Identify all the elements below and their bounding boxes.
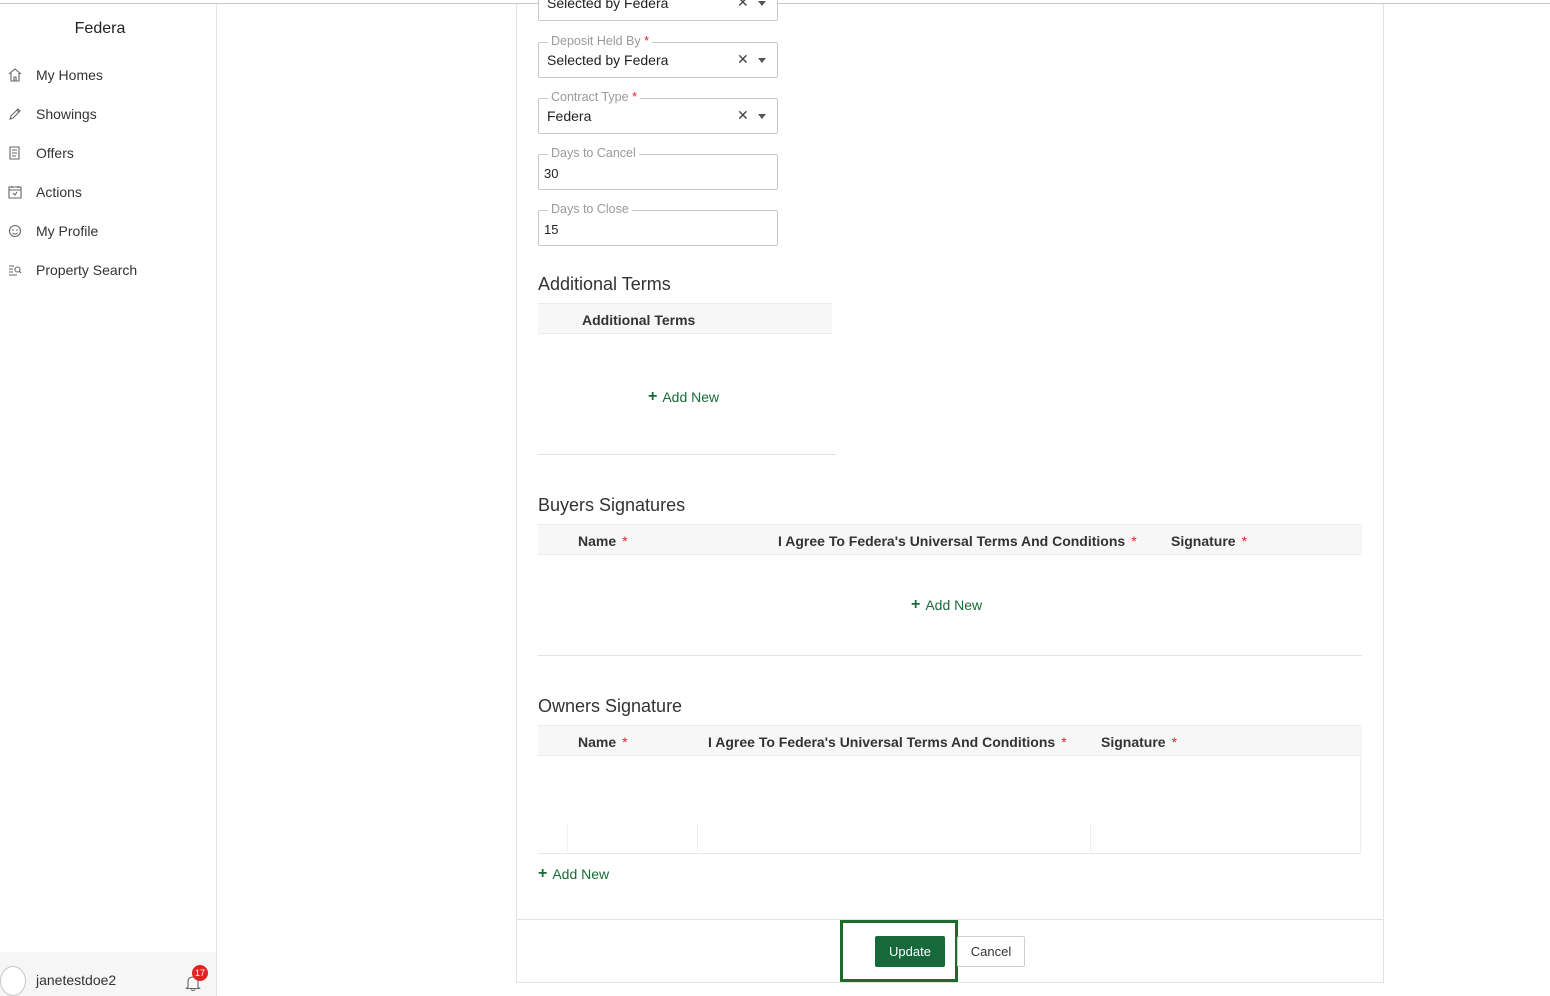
buyers-signatures-table-header: Name * I Agree To Federa's Universal Term… (538, 524, 1362, 555)
column-header-signature: Signature * (1101, 734, 1178, 750)
select-field-top[interactable]: Selected by Federa ✕ (538, 0, 778, 21)
column-divider (567, 824, 568, 854)
sidebar-item-label: My Profile (36, 223, 99, 239)
add-new-label: Add New (552, 866, 610, 882)
sidebar-item-my-profile[interactable]: My Profile (8, 219, 98, 243)
column-header-agree: I Agree To Federa's Universal Terms And … (708, 734, 1067, 750)
cancel-button[interactable]: Cancel (957, 936, 1025, 967)
owners-signature-title: Owners Signature (538, 696, 683, 716)
home-icon (8, 67, 26, 83)
chevron-down-icon[interactable] (758, 1, 766, 6)
clear-icon[interactable]: ✕ (737, 107, 749, 124)
chevron-down-icon[interactable] (758, 114, 766, 119)
add-buyer-signature-button[interactable]: + Add New (911, 596, 982, 614)
pen-icon (8, 106, 26, 122)
owners-signature-table-body (538, 756, 1361, 854)
column-header: Additional Terms (582, 312, 696, 328)
plus-icon: + (911, 596, 921, 613)
column-header-name: Name * (578, 533, 628, 549)
days-to-cancel-input[interactable]: Days to Cancel 30 (538, 146, 778, 190)
section-divider (538, 655, 1362, 656)
chevron-down-icon[interactable] (758, 58, 766, 63)
sidebar-item-offers[interactable]: Offers (8, 141, 74, 165)
sidebar-item-label: My Homes (36, 67, 103, 83)
sidebar-item-my-homes[interactable]: My Homes (8, 63, 103, 87)
clear-icon[interactable]: ✕ (737, 51, 749, 68)
add-new-label: Add New (662, 389, 720, 405)
update-button[interactable]: Update (875, 936, 945, 967)
field-label: Deposit Held By * (548, 34, 652, 48)
section-divider (538, 454, 836, 455)
add-additional-term-button[interactable]: + Add New (648, 388, 719, 406)
additional-terms-title: Additional Terms (538, 274, 671, 294)
field-label: Days to Close (548, 202, 632, 216)
select-value: Selected by Federa (547, 52, 669, 68)
column-divider (1090, 824, 1091, 854)
sidebar-item-showings[interactable]: Showings (8, 102, 97, 126)
calendar-icon (8, 184, 26, 200)
document-icon (8, 145, 26, 161)
avatar[interactable] (0, 966, 26, 996)
username: janetestdoe2 (36, 972, 117, 988)
sidebar-item-property-search[interactable]: Property Search (8, 258, 137, 282)
deposit-held-by-select[interactable]: Deposit Held By * Selected by Federa ✕ (538, 34, 778, 78)
sidebar-item-label: Showings (36, 106, 97, 122)
add-owner-signature-button[interactable]: + Add New (538, 865, 609, 883)
select-value: Selected by Federa (547, 0, 669, 11)
add-new-label: Add New (925, 597, 983, 613)
sidebar-item-label: Property Search (36, 262, 138, 278)
buyers-signatures-title: Buyers Signatures (538, 495, 686, 515)
sidebar-item-label: Offers (36, 145, 74, 161)
plus-icon: + (538, 865, 548, 882)
notification-badge: 17 (192, 965, 208, 981)
profile-icon (8, 223, 26, 239)
sidebar-item-label: Actions (36, 184, 82, 200)
column-divider (697, 824, 698, 854)
sidebar: Federa My Homes Showings Offers Actions … (0, 4, 217, 996)
brand-title: Federa (74, 20, 126, 37)
field-label: Days to Cancel (548, 146, 639, 160)
field-label: Contract Type * (548, 90, 640, 104)
search-list-icon (8, 262, 26, 278)
select-value: Federa (547, 108, 592, 124)
column-header-name: Name * (578, 734, 628, 750)
owners-signature-table-header: Name * I Agree To Federa's Universal Term… (538, 725, 1362, 756)
input-value: 30 (544, 166, 559, 181)
clear-icon[interactable]: ✕ (737, 0, 749, 11)
contract-type-select[interactable]: Contract Type * Federa ✕ (538, 90, 778, 134)
input-value: 15 (544, 222, 559, 237)
sidebar-item-actions[interactable]: Actions (8, 180, 82, 204)
additional-terms-table-header: Additional Terms (538, 303, 832, 334)
column-header-agree: I Agree To Federa's Universal Terms And … (778, 533, 1137, 549)
user-bar: janetestdoe2 17 (0, 952, 216, 996)
plus-icon: + (648, 388, 658, 405)
days-to-close-input[interactable]: Days to Close 15 (538, 202, 778, 246)
column-header-signature: Signature * (1171, 533, 1248, 549)
